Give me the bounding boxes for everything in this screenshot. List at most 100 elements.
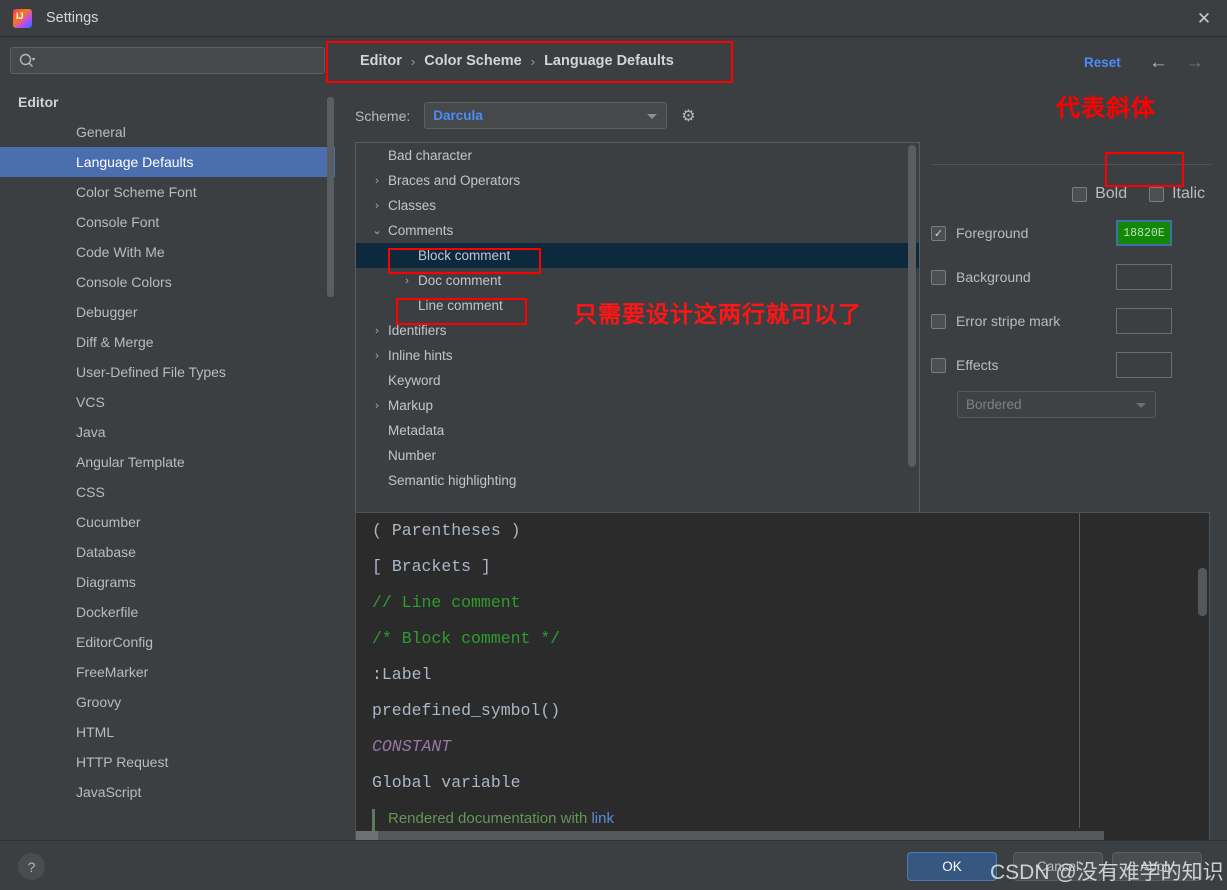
attributes-panel: Bold Italic ✓ Foreground 18820E Backgrou… <box>931 177 1211 421</box>
chevron-right-icon[interactable]: › <box>398 275 416 287</box>
preview-horizontal-scrollbar-thumb[interactable] <box>356 831 378 840</box>
foreground-color-swatch[interactable]: 18820E <box>1116 220 1172 246</box>
tree-row[interactable]: ⌄ Comments <box>356 218 919 243</box>
code-token: ] <box>471 557 491 576</box>
sidebar-item-user-defined-file-types[interactable]: User-Defined File Types <box>0 357 335 387</box>
effects-color-swatch[interactable] <box>1116 352 1172 378</box>
preview-horizontal-scrollbar-track[interactable] <box>356 831 1104 840</box>
code-token: CONSTANT <box>372 737 452 756</box>
sidebar-item-diff-merge[interactable]: Diff & Merge <box>0 327 335 357</box>
tree-row[interactable]: › Inline hints <box>356 343 919 368</box>
sidebar-nav-list[interactable]: Editor General Language Defaults Color Sch… <box>0 87 335 840</box>
sidebar-item-cucumber[interactable]: Cucumber <box>0 507 335 537</box>
chevron-right-icon[interactable]: › <box>368 200 386 212</box>
sidebar-item-console-colors[interactable]: Console Colors <box>0 267 335 297</box>
sidebar-item-editorconfig[interactable]: EditorConfig <box>0 627 335 657</box>
code-preview-line[interactable]: Global variable <box>356 765 1209 801</box>
sidebar-item-color-scheme-font[interactable]: Color Scheme Font <box>0 177 335 207</box>
ok-button[interactable]: OK <box>907 852 997 881</box>
sidebar-item-console-font[interactable]: Console Font <box>0 207 335 237</box>
bold-label: Bold <box>1095 185 1128 202</box>
code-preview-pane[interactable]: ( Parentheses )[ Brackets ]// Line comme… <box>355 512 1210 842</box>
sidebar-item-groovy[interactable]: Groovy <box>0 687 335 717</box>
code-preview-line[interactable]: predefined_symbol() <box>356 693 1209 729</box>
sidebar-item-javascript[interactable]: JavaScript <box>0 777 335 807</box>
code-preview-line[interactable]: [ Brackets ] <box>356 549 1209 585</box>
cancel-button[interactable]: Cancel <box>1013 852 1103 881</box>
settings-dialog: Settings ✕ Editor GeneralLanguage Defaul… <box>0 0 1227 890</box>
code-token: predefined_symbol() <box>372 701 561 720</box>
bold-checkbox[interactable] <box>1072 186 1088 202</box>
color-settings-tree[interactable]: Bad character › Braces and Operators › Class… <box>355 142 920 542</box>
search-box[interactable] <box>10 47 325 74</box>
sidebar-item-freemarker[interactable]: FreeMarker <box>0 657 335 687</box>
sidebar-item-general[interactable]: General <box>0 117 335 147</box>
sidebar-item-html[interactable]: HTML <box>0 717 335 747</box>
code-preview-line[interactable]: :Label <box>356 657 1209 693</box>
tree-row-label: Markup <box>388 398 434 413</box>
help-icon[interactable]: ? <box>18 853 45 880</box>
code-token: ) <box>500 521 521 540</box>
error-stripe-checkbox[interactable] <box>931 313 946 329</box>
navigate-back-icon[interactable]: ← <box>1149 53 1168 72</box>
chevron-right-icon[interactable]: › <box>368 400 386 412</box>
navigate-forward-icon[interactable]: → <box>1185 53 1204 72</box>
scheme-selected-value: Darcula <box>433 108 483 123</box>
scheme-dropdown[interactable]: Darcula <box>424 102 668 129</box>
close-icon[interactable]: ✕ <box>1181 0 1227 36</box>
italic-option[interactable]: Italic <box>1149 185 1205 203</box>
code-preview-line[interactable]: ( Parentheses ) <box>356 513 1209 549</box>
tree-row[interactable]: › Classes <box>356 193 919 218</box>
tree-row[interactable]: › Doc comment <box>356 268 919 293</box>
tree-row[interactable]: › Markup <box>356 393 919 418</box>
code-token: :Label <box>372 665 432 684</box>
tree-row[interactable]: Metadata <box>356 418 919 443</box>
sidebar-item-code-with-me[interactable]: Code With Me <box>0 237 335 267</box>
sidebar-item-angular-template[interactable]: Angular Template <box>0 447 335 477</box>
tree-row-label: Number <box>388 448 437 463</box>
preview-vertical-scrollbar[interactable] <box>1198 568 1207 616</box>
chevron-right-icon[interactable]: › <box>368 175 386 187</box>
tree-row[interactable]: Bad character <box>356 143 919 168</box>
tree-row[interactable]: Block comment <box>356 243 919 268</box>
bold-option[interactable]: Bold <box>1072 185 1127 203</box>
foreground-checkbox[interactable]: ✓ <box>931 225 946 241</box>
code-token: Rendered documentation with <box>388 810 592 827</box>
sidebar-item-http-request[interactable]: HTTP Request <box>0 747 335 777</box>
sidebar-item-debugger[interactable]: Debugger <box>0 297 335 327</box>
code-preview-line[interactable]: /* Block comment */ <box>356 621 1209 657</box>
code-preview-line[interactable]: // Line comment <box>356 585 1209 621</box>
sidebar-item-dockerfile[interactable]: Dockerfile <box>0 597 335 627</box>
breadcrumb-item-color-scheme[interactable]: Color Scheme <box>424 53 522 69</box>
background-color-swatch[interactable] <box>1116 264 1172 290</box>
chevron-right-icon[interactable]: › <box>368 350 386 362</box>
sidebar-scrollbar[interactable] <box>327 97 334 297</box>
sidebar-item-css[interactable]: CSS <box>0 477 335 507</box>
sidebar-item-vcs[interactable]: VCS <box>0 387 335 417</box>
sidebar-item-diagrams[interactable]: Diagrams <box>0 567 335 597</box>
gear-icon[interactable]: ⚙ <box>681 106 695 126</box>
tree-row[interactable]: Number <box>356 443 919 468</box>
breadcrumb-item-editor[interactable]: Editor <box>360 53 402 69</box>
breadcrumb: Editor › Color Scheme › Language Default… <box>360 53 674 69</box>
tree-row[interactable]: › Braces and Operators <box>356 168 919 193</box>
sidebar-item-java[interactable]: Java <box>0 417 335 447</box>
breadcrumb-item-language-defaults[interactable]: Language Defaults <box>544 53 674 69</box>
error-stripe-color-swatch[interactable] <box>1116 308 1172 334</box>
tree-row[interactable]: Semantic highlighting <box>356 468 919 493</box>
chevron-down-icon[interactable]: ⌄ <box>368 224 386 237</box>
effects-checkbox[interactable] <box>931 357 946 373</box>
tree-scrollbar[interactable] <box>908 145 916 467</box>
tree-row[interactable]: Keyword <box>356 368 919 393</box>
code-preview-line[interactable]: CONSTANT <box>356 729 1209 765</box>
code-token: Global variable <box>372 773 521 792</box>
search-input[interactable] <box>42 53 312 68</box>
background-checkbox[interactable] <box>931 269 946 285</box>
apply-button[interactable]: Apply <box>1112 852 1202 881</box>
sidebar-item-database[interactable]: Database <box>0 537 335 567</box>
reset-button[interactable]: Reset <box>1084 55 1121 70</box>
italic-checkbox[interactable] <box>1149 186 1165 202</box>
chevron-right-icon[interactable]: › <box>368 325 386 337</box>
effects-type-dropdown[interactable]: Bordered <box>957 390 1156 418</box>
sidebar-item-language-defaults[interactable]: Language Defaults <box>0 147 335 177</box>
